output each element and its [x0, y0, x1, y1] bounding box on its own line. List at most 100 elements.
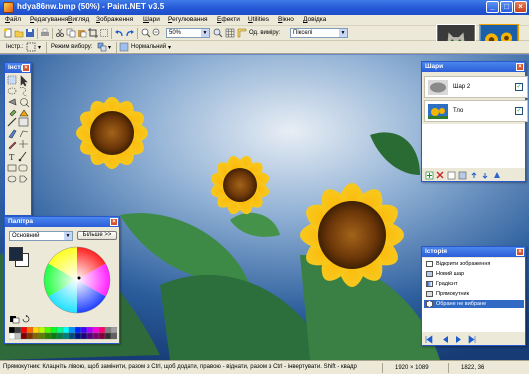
chevron-down-icon[interactable]: ▾ — [168, 44, 171, 51]
grid-icon[interactable] — [225, 28, 235, 38]
history-toolbar[interactable] — [425, 335, 505, 344]
tool-label: Інстр.: — [6, 44, 24, 50]
layer-item[interactable]: Тло ✓ — [424, 100, 528, 122]
history-list: Відкрити зображення Новий шар Градієнт П… — [422, 258, 525, 332]
print-icon[interactable] — [40, 28, 50, 38]
close-icon[interactable]: × — [516, 63, 524, 71]
paste-icon[interactable] — [77, 28, 87, 38]
close-button[interactable]: × — [514, 1, 527, 13]
tools-panel: Інстр × T — [4, 62, 32, 216]
merge-layer-icon — [458, 171, 467, 180]
fast-forward-icon — [468, 335, 476, 344]
menu-window[interactable]: Вікно — [278, 16, 294, 23]
palette-swatches[interactable] — [9, 327, 117, 341]
rectangle-select-icon[interactable] — [26, 42, 36, 52]
duplicate-layer-icon — [447, 171, 456, 180]
zoom-out-icon[interactable] — [152, 28, 162, 38]
history-item[interactable]: Новий шар — [424, 270, 524, 278]
blend-mode-value[interactable]: Нормальний — [131, 44, 166, 50]
cursor-position-field: 1822, 36 — [448, 363, 524, 373]
new-image-icon[interactable] — [3, 28, 13, 38]
menu-effects[interactable]: Ефекти — [217, 16, 240, 23]
selection-mode-icon[interactable] — [97, 42, 107, 52]
menu-utilities[interactable]: Utilities — [248, 16, 269, 23]
units-combobox[interactable]: Пікселі ▼ — [290, 28, 348, 38]
color-mode-combobox[interactable]: Основний ▼ — [9, 231, 73, 241]
undo-icon[interactable] — [114, 28, 124, 38]
gradient-icon — [426, 281, 433, 287]
swap-colors-icon[interactable] — [9, 315, 21, 324]
layer-item[interactable]: Шар 2 ✓ — [424, 76, 528, 98]
zoom-value: 50% — [169, 30, 182, 36]
menu-edit[interactable]: Редагування — [30, 16, 68, 23]
layer-visibility-checkbox[interactable]: ✓ — [515, 107, 523, 115]
menu-file[interactable]: Файл — [5, 16, 21, 23]
rewind-icon — [425, 335, 433, 344]
color-mode-value: Основний — [12, 233, 40, 239]
color-wheel[interactable] — [42, 245, 112, 315]
layer-properties-icon — [494, 172, 500, 178]
chevron-down-icon[interactable]: ▼ — [64, 232, 72, 240]
selection-mode-label: Режим вибору: — [51, 44, 93, 50]
chevron-down-icon[interactable]: ▾ — [38, 44, 41, 51]
redo-icon[interactable] — [125, 28, 135, 38]
deselect-icon — [426, 301, 433, 307]
history-panel-title: Історія × — [422, 247, 525, 257]
primary-color-swatch[interactable] — [9, 247, 23, 261]
separator — [111, 28, 112, 39]
history-item[interactable]: Градієнт — [424, 280, 524, 288]
more-button[interactable]: Більше >> — [77, 231, 117, 240]
delete-layer-icon — [436, 171, 444, 179]
history-item[interactable]: Прямокутник — [424, 290, 524, 298]
status-hint: Прямокутник: Клацніть лівою, щоб замінит… — [3, 364, 357, 370]
minimize-button[interactable]: _ — [486, 1, 499, 13]
new-layer-icon — [426, 271, 433, 277]
save-icon[interactable] — [25, 28, 35, 38]
layers-panel-title: Шари × — [422, 62, 525, 72]
copy-icon[interactable] — [66, 28, 76, 38]
crop-to-selection-icon[interactable] — [88, 28, 98, 38]
layers-toolbar[interactable] — [425, 171, 521, 180]
history-panel: Історія × Відкрити зображення Новий шар Г… — [421, 246, 526, 346]
menu-image[interactable]: Зображення — [96, 16, 133, 23]
open-icon[interactable] — [14, 28, 24, 38]
reset-colors-icon[interactable] — [21, 315, 31, 324]
history-item[interactable]: Відкрити зображення — [424, 260, 524, 268]
close-icon[interactable]: × — [110, 218, 118, 226]
zoom-combobox[interactable]: 50% ▼ — [166, 28, 210, 38]
layer-visibility-checkbox[interactable]: ✓ — [515, 83, 523, 91]
maximize-button[interactable]: □ — [500, 1, 513, 13]
menu-layers[interactable]: Шари — [143, 16, 160, 23]
redo-icon — [456, 336, 461, 343]
ruler-icon[interactable] — [237, 28, 247, 38]
layers-empty-area — [422, 124, 525, 168]
svg-text:T: T — [9, 153, 15, 162]
cut-icon[interactable] — [55, 28, 65, 38]
chevron-down-icon[interactable]: ▾ — [108, 44, 111, 51]
tools-panel-title: Інстр × — [5, 63, 31, 73]
cursor-position-value: 1822, 36 — [461, 365, 485, 371]
zoom-in-icon[interactable] — [141, 28, 151, 38]
close-icon[interactable]: × — [22, 64, 30, 72]
layer-name: Тло — [453, 108, 464, 114]
status-bar: Прямокутник: Клацніть лівою, щоб замінит… — [0, 360, 529, 374]
menu-adjustments[interactable]: Регулювання — [168, 16, 208, 23]
units-value: Пікселі — [293, 30, 313, 36]
menu-view[interactable]: Вигляд — [68, 16, 89, 23]
menu-help[interactable]: Довідка — [303, 16, 326, 23]
rectangle-icon — [426, 291, 433, 297]
zoom-tool-icon[interactable] — [213, 28, 223, 38]
chevron-down-icon[interactable]: ▼ — [201, 29, 209, 37]
chevron-down-icon[interactable]: ▼ — [339, 29, 347, 37]
tool-options-toolbar: Інстр.: ▾ Режим вибору: ▾ Нормальний ▾ — [0, 41, 529, 54]
close-icon[interactable]: × — [516, 248, 524, 256]
deselect-icon[interactable] — [99, 28, 109, 38]
layer-name: Шар 2 — [453, 84, 471, 90]
separator — [137, 28, 138, 39]
open-image-icon — [426, 261, 433, 267]
separator — [116, 42, 117, 53]
history-item-selected[interactable]: Обране не вибране — [424, 300, 524, 308]
tools-grid[interactable]: T — [6, 74, 31, 214]
add-layer-icon — [425, 171, 434, 180]
move-layer-down-icon — [482, 173, 488, 179]
